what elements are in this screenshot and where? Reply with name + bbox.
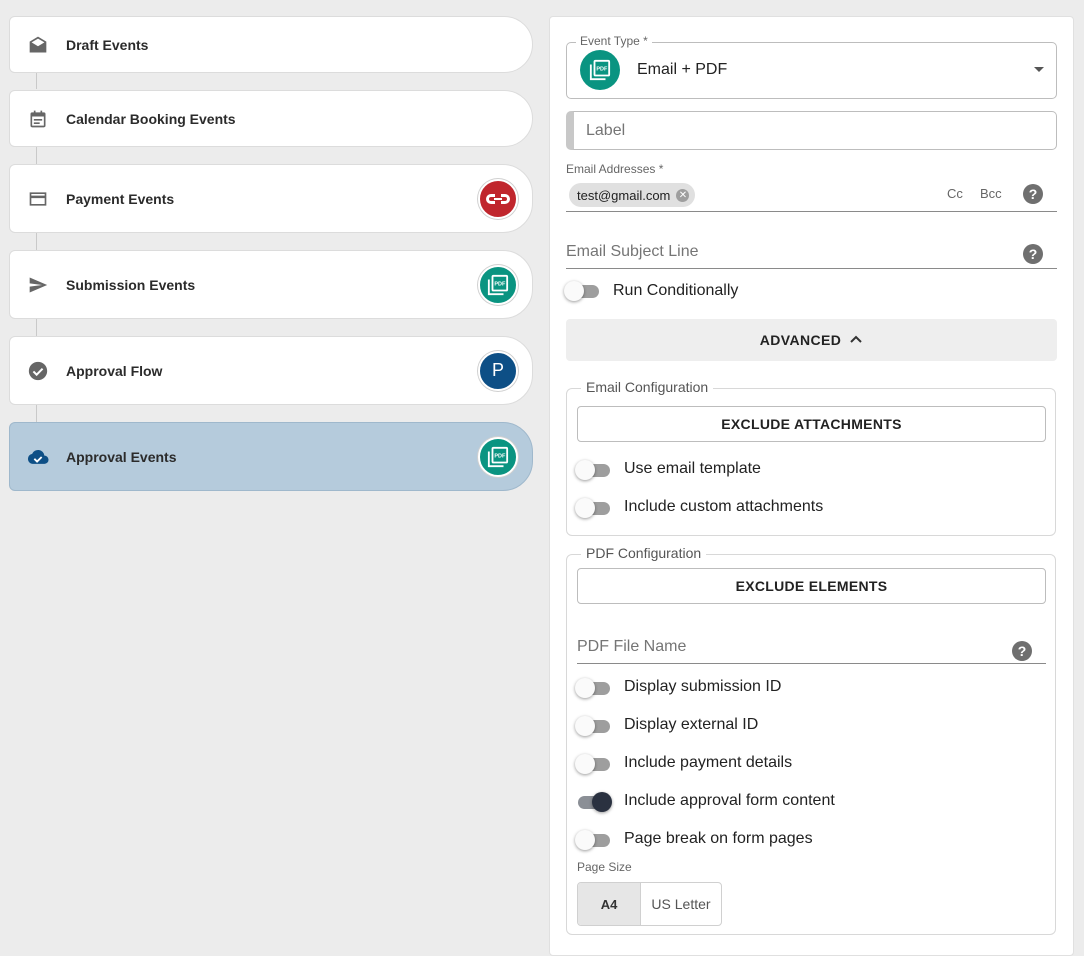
- connector-line: [36, 73, 37, 89]
- connector-line: [36, 233, 37, 251]
- approval-flow-badge: P: [478, 350, 518, 391]
- event-label: Payment Events: [66, 190, 175, 207]
- email-chip[interactable]: test@gmail.com ✕: [569, 183, 696, 207]
- connector-line: [36, 319, 37, 337]
- subject-placeholder: Email Subject Line: [566, 243, 699, 260]
- connector-line: [36, 405, 37, 423]
- run-conditionally-toggle[interactable]: [564, 281, 600, 301]
- run-conditionally-label: Run Conditionally: [613, 282, 739, 299]
- pdf-icon: PDF: [478, 436, 518, 477]
- display-external-id-label: Display external ID: [624, 716, 759, 733]
- chevron-up-icon: [849, 331, 863, 349]
- email-chip-label: test@gmail.com: [577, 187, 671, 203]
- svg-text:PDF: PDF: [494, 453, 506, 459]
- exclude-elements-button[interactable]: EXCLUDE ELEMENTS: [577, 568, 1046, 604]
- help-icon[interactable]: ?: [1023, 184, 1043, 204]
- event-label: Draft Events: [66, 36, 149, 53]
- cp-logo-icon: [478, 178, 518, 219]
- connector-line: [36, 147, 37, 165]
- dropdown-arrow-icon: [1034, 67, 1044, 72]
- pdf-file-name-input[interactable]: PDF File Name: [577, 634, 1046, 664]
- email-configuration-legend: Email Configuration: [581, 379, 714, 395]
- use-email-template-toggle[interactable]: [575, 460, 611, 480]
- check-circle-icon: [27, 360, 49, 382]
- svg-text:PDF: PDF: [596, 66, 608, 72]
- pdf-icon: PDF: [478, 264, 518, 305]
- display-external-id-toggle[interactable]: [575, 716, 611, 736]
- event-submission[interactable]: Submission Events PDF: [9, 250, 533, 319]
- pdf-configuration-group: [566, 554, 1056, 935]
- custom-attachments-label: Include custom attachments: [624, 498, 824, 515]
- label-placeholder: Label: [586, 122, 626, 139]
- advanced-label: ADVANCED: [759, 332, 842, 348]
- event-label: Approval Flow: [66, 362, 163, 379]
- event-calendar-booking[interactable]: Calendar Booking Events: [9, 90, 533, 147]
- event-label: Calendar Booking Events: [66, 110, 236, 127]
- page-size-toggle-group: A4 US Letter: [577, 882, 722, 926]
- exclude-attachments-button[interactable]: EXCLUDE ATTACHMENTS: [577, 406, 1046, 442]
- help-icon[interactable]: ?: [1023, 244, 1043, 264]
- advanced-toggle-button[interactable]: ADVANCED: [566, 319, 1057, 361]
- event-label: Submission Events: [66, 276, 196, 293]
- email-subject-input[interactable]: Email Subject Line: [566, 239, 1057, 269]
- page-break-label: Page break on form pages: [624, 830, 813, 847]
- event-type-value: Email + PDF: [637, 61, 728, 78]
- event-config-panel: PDF Email + PDF Event Type * Label Email…: [549, 16, 1074, 956]
- event-type-label: Event Type *: [576, 34, 652, 48]
- include-approval-form-content-toggle[interactable]: [575, 792, 612, 812]
- send-icon: [27, 274, 49, 296]
- bcc-button[interactable]: Bcc: [980, 186, 1002, 201]
- custom-attachments-toggle[interactable]: [575, 498, 611, 518]
- email-underline: [566, 211, 1057, 212]
- pdf-file-name-placeholder: PDF File Name: [577, 638, 687, 655]
- use-email-template-label: Use email template: [624, 460, 761, 477]
- display-submission-id-label: Display submission ID: [624, 678, 782, 695]
- page-size-us-letter-button[interactable]: US Letter: [641, 883, 721, 925]
- calendar-icon: [27, 108, 49, 130]
- subject-underline: [566, 268, 1057, 269]
- include-payment-details-toggle[interactable]: [575, 754, 611, 774]
- svg-text:PDF: PDF: [494, 281, 506, 287]
- display-submission-id-toggle[interactable]: [575, 678, 611, 698]
- event-approval-events[interactable]: Approval Events PDF: [9, 422, 533, 491]
- include-payment-details-label: Include payment details: [624, 754, 793, 771]
- event-approval-flow[interactable]: Approval Flow P: [9, 336, 533, 405]
- event-label: Approval Events: [66, 448, 177, 465]
- include-approval-form-content-label: Include approval form content: [624, 792, 835, 809]
- email-addresses-label: Email Addresses *: [566, 162, 664, 176]
- cloud-done-icon: [27, 446, 49, 468]
- pdf-icon: PDF: [580, 50, 620, 90]
- pdf-file-name-underline: [577, 663, 1046, 664]
- label-input[interactable]: Label: [566, 111, 1057, 150]
- pdf-configuration-legend: PDF Configuration: [581, 545, 707, 561]
- remove-chip-icon[interactable]: ✕: [676, 188, 690, 202]
- page-size-a4-button[interactable]: A4: [578, 883, 641, 925]
- cc-button[interactable]: Cc: [947, 186, 963, 201]
- credit-card-icon: [27, 188, 49, 210]
- envelope-open-icon: [27, 34, 49, 56]
- page-break-toggle[interactable]: [575, 830, 611, 850]
- page-size-label: Page Size: [577, 860, 632, 874]
- event-type-select[interactable]: PDF Email + PDF: [566, 42, 1057, 99]
- event-payment[interactable]: Payment Events: [9, 164, 533, 233]
- help-icon[interactable]: ?: [1012, 641, 1032, 661]
- event-draft[interactable]: Draft Events: [9, 16, 533, 73]
